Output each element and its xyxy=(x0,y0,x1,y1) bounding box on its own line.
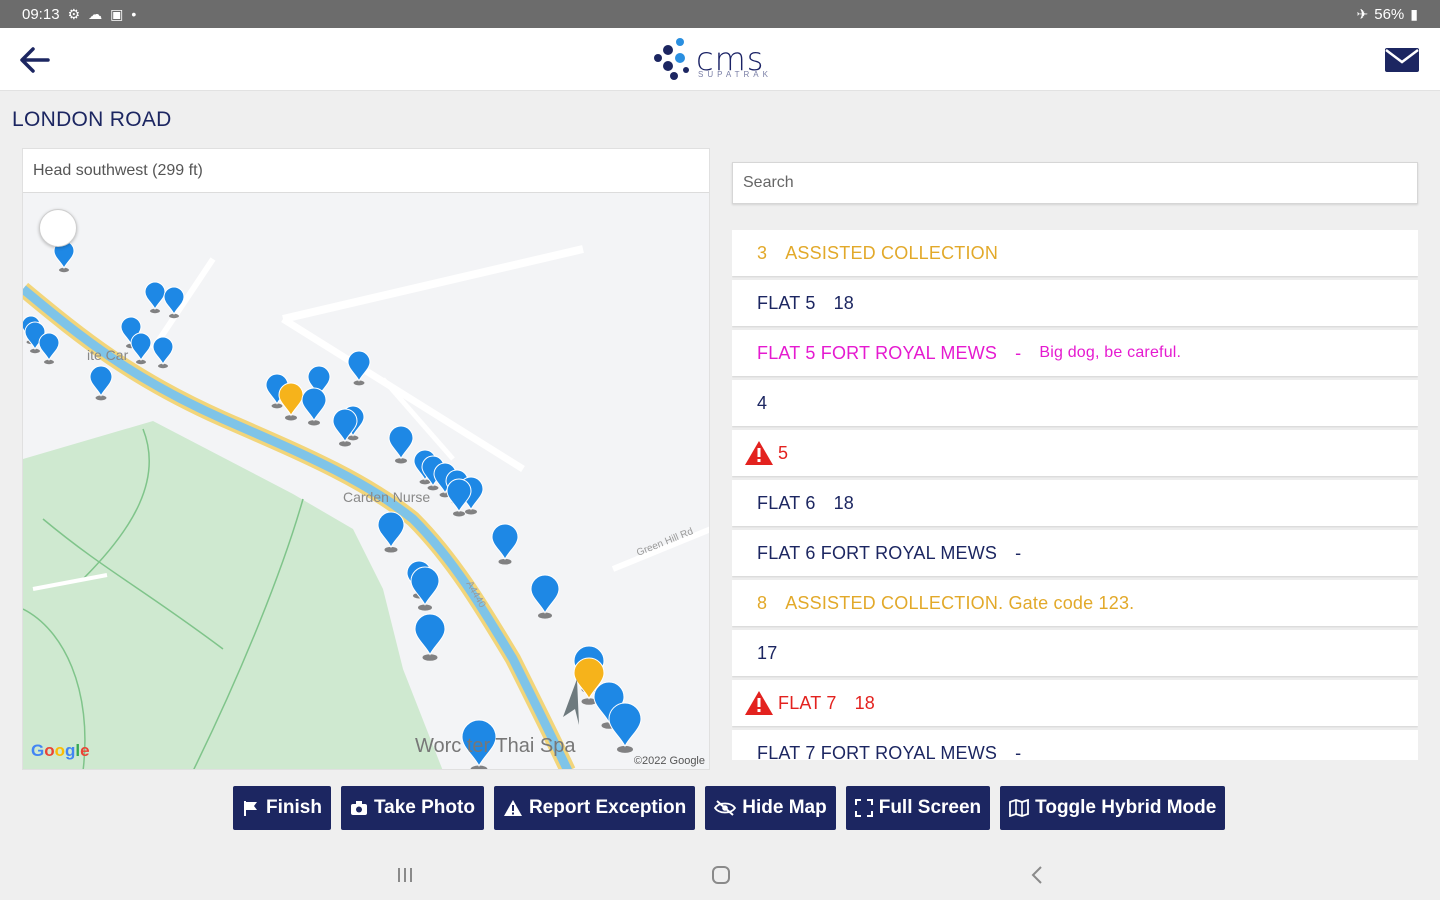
camera-icon xyxy=(350,801,367,815)
eye-slash-icon xyxy=(714,800,737,816)
google-logo: Google xyxy=(31,741,90,760)
map-copyright: ©2022 Google xyxy=(633,755,705,767)
hide-map-label: Hide Map xyxy=(742,797,827,818)
list-item-detail: 18 xyxy=(833,292,854,313)
list-item-title: 5 xyxy=(778,442,789,463)
list-item-title: FLAT 6 xyxy=(757,492,816,513)
list-item[interactable]: 3 ASSISTED COLLECTION xyxy=(732,230,1418,276)
recent-apps-icon xyxy=(398,868,412,882)
status-time: 09:13 xyxy=(22,5,60,23)
map-street-label: ite Car xyxy=(87,347,129,363)
settings-icon: ⚙ xyxy=(67,6,81,22)
map-street-label: Carden Nurse xyxy=(343,489,431,505)
take-photo-label: Take Photo xyxy=(373,797,475,818)
list-item-title: FLAT 6 FORT ROYAL MEWS xyxy=(757,542,998,563)
home-button[interactable] xyxy=(706,862,736,888)
arrow-left-icon xyxy=(20,47,50,73)
warning-icon xyxy=(503,800,522,816)
system-back-button[interactable] xyxy=(1022,862,1052,888)
list-item[interactable]: 8 ASSISTED COLLECTION. Gate code 123. xyxy=(732,580,1418,626)
list-item-note: Big dog, be careful. xyxy=(1039,344,1182,361)
back-button[interactable] xyxy=(14,40,54,80)
list-item-detail: ASSISTED COLLECTION. Gate code 123. xyxy=(785,592,1135,613)
list-item[interactable]: 5 xyxy=(732,430,1418,476)
report-exception-label: Report Exception xyxy=(528,797,687,818)
take-photo-button[interactable]: Take Photo xyxy=(340,786,484,830)
list-item[interactable]: 4 xyxy=(732,380,1418,426)
list-item-title: 3 xyxy=(757,242,768,263)
battery-level: 56% xyxy=(1374,5,1405,23)
list-item-title: 8 xyxy=(757,592,768,613)
compass-icon xyxy=(53,223,63,233)
list-item-detail: ASSISTED COLLECTION xyxy=(785,242,999,263)
system-nav-bar xyxy=(0,848,1440,900)
full-screen-label: Full Screen xyxy=(878,797,982,818)
cms-logo: cms SUPATRAK xyxy=(652,34,802,84)
full-screen-button[interactable]: Full Screen xyxy=(845,786,991,830)
report-exception-button[interactable]: Report Exception xyxy=(493,786,696,830)
compass-button[interactable] xyxy=(39,209,77,247)
logo-subtext: SUPATRAK xyxy=(698,70,772,79)
list-item-title: FLAT 5 xyxy=(757,292,816,313)
page-title: LONDON ROAD xyxy=(12,108,172,131)
list-item[interactable]: FLAT 7 18 xyxy=(732,680,1418,726)
cloud-icon: ☁ xyxy=(88,6,103,22)
action-toolbar: Finish Take Photo Report Exception Hide … xyxy=(233,786,1226,830)
app-bar: cms SUPATRAK xyxy=(0,28,1440,91)
battery-icon: ▮ xyxy=(1410,6,1418,22)
route-map[interactable]: Head southwest (299 ft) ite Car Carden N… xyxy=(22,148,710,770)
list-item-title: 4 xyxy=(757,392,768,413)
finish-label: Finish xyxy=(266,797,322,818)
list-item[interactable]: 17 xyxy=(732,630,1418,676)
list-item[interactable]: FLAT 6 18 xyxy=(732,480,1418,526)
toggle-hybrid-mode-button[interactable]: Toggle Hybrid Mode xyxy=(1000,786,1226,830)
warning-icon xyxy=(745,691,773,715)
finish-button[interactable]: Finish xyxy=(233,786,331,830)
calendar-icon: ▣ xyxy=(110,6,124,22)
list-item-detail: 18 xyxy=(854,692,875,713)
search-input[interactable] xyxy=(732,162,1418,204)
messages-button[interactable] xyxy=(1382,42,1422,78)
chevron-left-icon xyxy=(1031,866,1042,884)
hide-map-button[interactable]: Hide Map xyxy=(705,786,836,830)
flag-icon xyxy=(244,801,257,816)
list-item[interactable]: FLAT 5 FORT ROYAL MEWS - Big dog, be caref… xyxy=(732,330,1418,376)
list-item-title: FLAT 5 FORT ROYAL MEWS xyxy=(757,342,998,363)
list-item[interactable]: FLAT 6 FORT ROYAL MEWS - xyxy=(732,530,1418,576)
map-icon xyxy=(1009,799,1030,817)
toggle-hybrid-mode-label: Toggle Hybrid Mode xyxy=(1035,797,1217,818)
direction-instruction: Head southwest (299 ft) xyxy=(23,149,709,193)
status-bar: 09:13 ⚙ ☁ ▣ • ✈ 56% ▮ xyxy=(0,0,1440,28)
list-item-detail: 18 xyxy=(833,492,854,513)
list-item-title: FLAT 7 xyxy=(778,692,837,713)
list-item-detail: - xyxy=(1015,542,1022,563)
home-icon xyxy=(712,866,730,884)
list-item[interactable]: FLAT 5 18 xyxy=(732,280,1418,326)
recent-apps-button[interactable] xyxy=(390,862,420,888)
map-canvas[interactable] xyxy=(23,149,710,770)
list-item[interactable]: FLAT 7 FORT ROYAL MEWS - xyxy=(732,730,1418,760)
envelope-icon xyxy=(1385,48,1419,72)
logo-dots-icon xyxy=(654,38,689,80)
expand-icon xyxy=(854,799,873,817)
dot-icon: • xyxy=(131,6,137,22)
list-item-title: FLAT 7 FORT ROYAL MEWS xyxy=(757,742,998,761)
collection-list[interactable]: 3 ASSISTED COLLECTION FLAT 5 18 FLAT 5 FORT … xyxy=(732,230,1418,760)
map-poi-label: Worc ter Thai Spa xyxy=(415,735,576,757)
list-item-title: 17 xyxy=(757,642,778,663)
list-item-detail: - xyxy=(1015,342,1022,363)
list-item-detail: - xyxy=(1015,742,1022,761)
airplane-icon: ✈ xyxy=(1356,6,1369,22)
warning-icon xyxy=(745,441,773,465)
